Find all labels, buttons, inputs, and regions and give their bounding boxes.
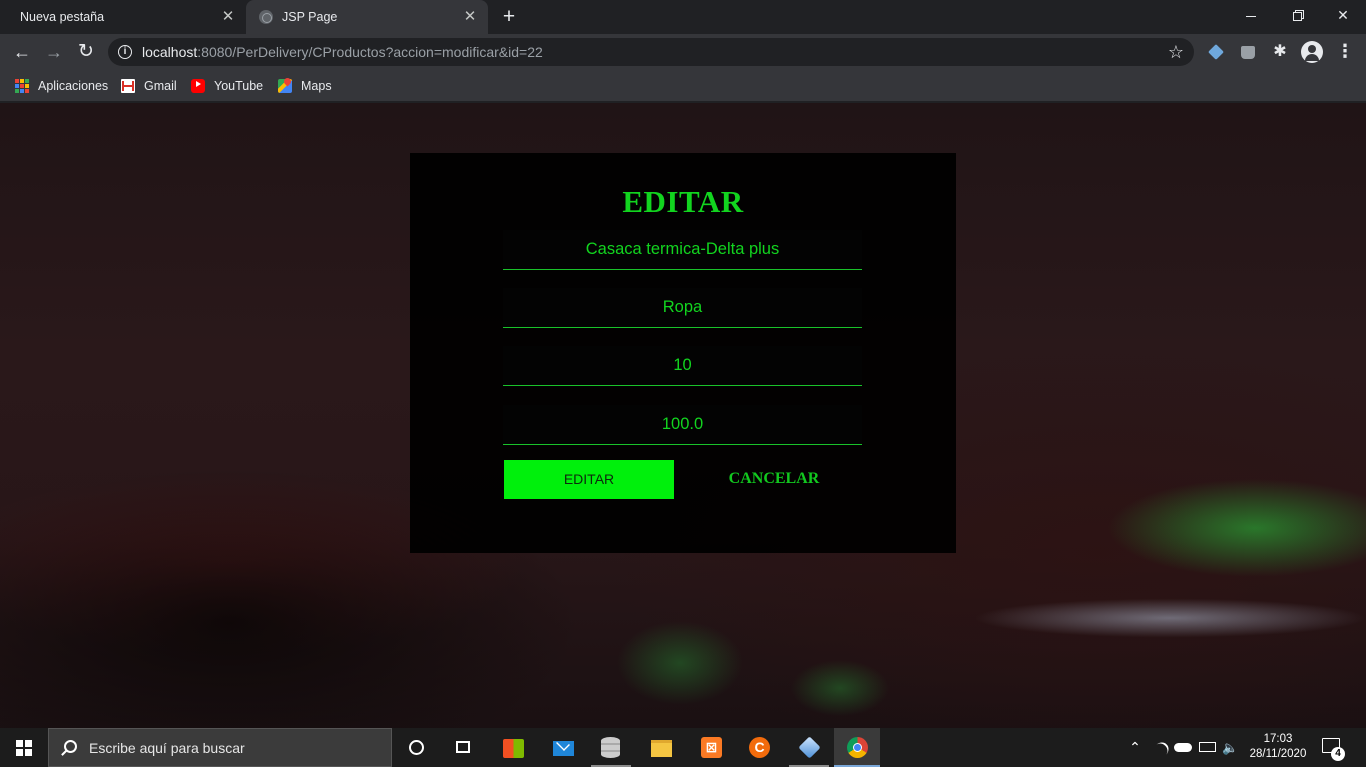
- extension-cube-icon[interactable]: [1207, 43, 1225, 61]
- page-background: EDITAR EDITAR CANCELAR: [0, 103, 1366, 728]
- bookmark-star-icon[interactable]: ☆: [1168, 41, 1184, 63]
- taskbar-store[interactable]: [490, 728, 536, 767]
- taskbar-file-explorer[interactable]: [638, 728, 684, 767]
- tab-title: JSP Page: [282, 10, 338, 24]
- bookmark-label: Maps: [301, 79, 332, 93]
- system-clock[interactable]: 17:03 28/11/2020: [1246, 732, 1310, 762]
- bookmark-label: YouTube: [214, 79, 264, 93]
- bookmark-label: Gmail: [144, 79, 177, 93]
- bookmarks-bar: Aplicaciones Gmail YouTube Maps: [0, 70, 1366, 102]
- task-view-icon: [456, 741, 470, 753]
- new-tab-button[interactable]: +: [498, 6, 520, 28]
- product-price-input[interactable]: [503, 405, 862, 445]
- xampp-icon: ⊠: [701, 737, 722, 758]
- clock-time: 17:03: [1263, 733, 1293, 745]
- volume-icon[interactable]: 🔈: [1222, 728, 1238, 767]
- battery-icon[interactable]: [1199, 742, 1216, 752]
- taskbar-ccleaner[interactable]: C: [736, 728, 782, 767]
- product-category-input[interactable]: [503, 288, 862, 328]
- cancel-link[interactable]: CANCELAR: [688, 460, 860, 499]
- taskbar-database[interactable]: [588, 728, 634, 767]
- bookmark-gmail[interactable]: Gmail: [121, 76, 177, 96]
- product-name-input[interactable]: [503, 230, 862, 270]
- show-hidden-icons-button[interactable]: ⌃: [1126, 728, 1144, 767]
- search-icon: [64, 740, 77, 753]
- profile-avatar[interactable]: [1301, 41, 1323, 63]
- cortana-button[interactable]: [394, 728, 440, 767]
- mail-icon: [553, 741, 574, 756]
- address-bar[interactable]: i localhost:8080/PerDelivery/CProductos?…: [108, 38, 1194, 66]
- wifi-icon[interactable]: [1152, 740, 1168, 756]
- maps-icon: [278, 79, 292, 93]
- form-title: EDITAR: [622, 184, 744, 219]
- url-host: localhost: [142, 44, 198, 60]
- forward-button[interactable]: →: [41, 39, 67, 65]
- taskbar-chrome[interactable]: [834, 728, 880, 767]
- minimize-icon: [1246, 15, 1256, 17]
- tab-title: Nueva pestaña: [20, 10, 105, 24]
- url-text[interactable]: localhost:8080/PerDelivery/CProductos?ac…: [142, 44, 543, 60]
- cube-icon: [798, 736, 821, 759]
- url-path: :8080/PerDelivery/CProductos?accion=modi…: [197, 44, 543, 60]
- bookmark-apps[interactable]: Aplicaciones: [15, 76, 108, 96]
- youtube-icon: [191, 79, 205, 93]
- search-placeholder: Escribe aquí para buscar: [89, 740, 245, 756]
- tab-nueva-pestana[interactable]: Nueva pestaña ✕: [8, 0, 246, 34]
- edit-form-panel: EDITAR EDITAR CANCELAR: [410, 153, 956, 553]
- reload-button[interactable]: ↻: [73, 39, 99, 65]
- gmail-icon: [121, 79, 135, 93]
- start-button[interactable]: [0, 728, 48, 767]
- extension-avg-icon[interactable]: [1239, 43, 1257, 61]
- taskbar-xampp[interactable]: ⊠: [688, 728, 734, 767]
- bookmark-maps[interactable]: Maps: [278, 76, 332, 96]
- maximize-button[interactable]: [1274, 0, 1320, 30]
- windows-logo-icon: [16, 740, 32, 756]
- back-button[interactable]: ←: [9, 39, 35, 65]
- browser-toolbar: ← → ↻ i localhost:8080/PerDelivery/CProd…: [0, 34, 1366, 70]
- taskbar: Escribe aquí para buscar ⊠ C ⌃ 🔈 17:03 2…: [0, 728, 1366, 767]
- close-tab-icon[interactable]: ✕: [220, 9, 236, 25]
- bookmark-youtube[interactable]: YouTube: [191, 76, 263, 96]
- tab-jsp-page[interactable]: JSP Page ✕: [246, 0, 488, 34]
- product-stock-input[interactable]: [503, 346, 862, 386]
- taskbar-mail[interactable]: [540, 728, 586, 767]
- ccleaner-icon: C: [749, 737, 770, 758]
- onedrive-cloud-icon[interactable]: [1174, 743, 1192, 752]
- bookmark-label: Aplicaciones: [38, 79, 109, 93]
- folder-icon: [651, 740, 672, 757]
- globe-icon: [259, 10, 273, 24]
- minimize-button[interactable]: [1228, 0, 1274, 30]
- clock-date: 28/11/2020: [1249, 748, 1307, 760]
- cortana-icon: [409, 740, 424, 755]
- menu-kebab-icon[interactable]: ⋮: [1336, 41, 1354, 63]
- notification-count-badge: 4: [1331, 747, 1345, 761]
- taskbar-virtualbox[interactable]: [786, 728, 832, 767]
- info-icon[interactable]: i: [118, 45, 132, 59]
- store-icon: [503, 739, 524, 758]
- extensions-puzzle-icon[interactable]: ✱: [1271, 43, 1289, 61]
- taskbar-search[interactable]: Escribe aquí para buscar: [48, 728, 392, 767]
- tab-strip: Nueva pestaña ✕ JSP Page ✕ + ✕: [0, 0, 1366, 34]
- apps-grid-icon: [15, 79, 29, 93]
- database-icon: [601, 737, 620, 758]
- close-tab-icon[interactable]: ✕: [462, 9, 478, 25]
- edit-submit-button[interactable]: EDITAR: [504, 460, 674, 499]
- chrome-icon: [847, 737, 868, 758]
- close-window-button[interactable]: ✕: [1320, 0, 1366, 30]
- task-view-button[interactable]: [440, 728, 486, 767]
- restore-icon: [1292, 11, 1302, 21]
